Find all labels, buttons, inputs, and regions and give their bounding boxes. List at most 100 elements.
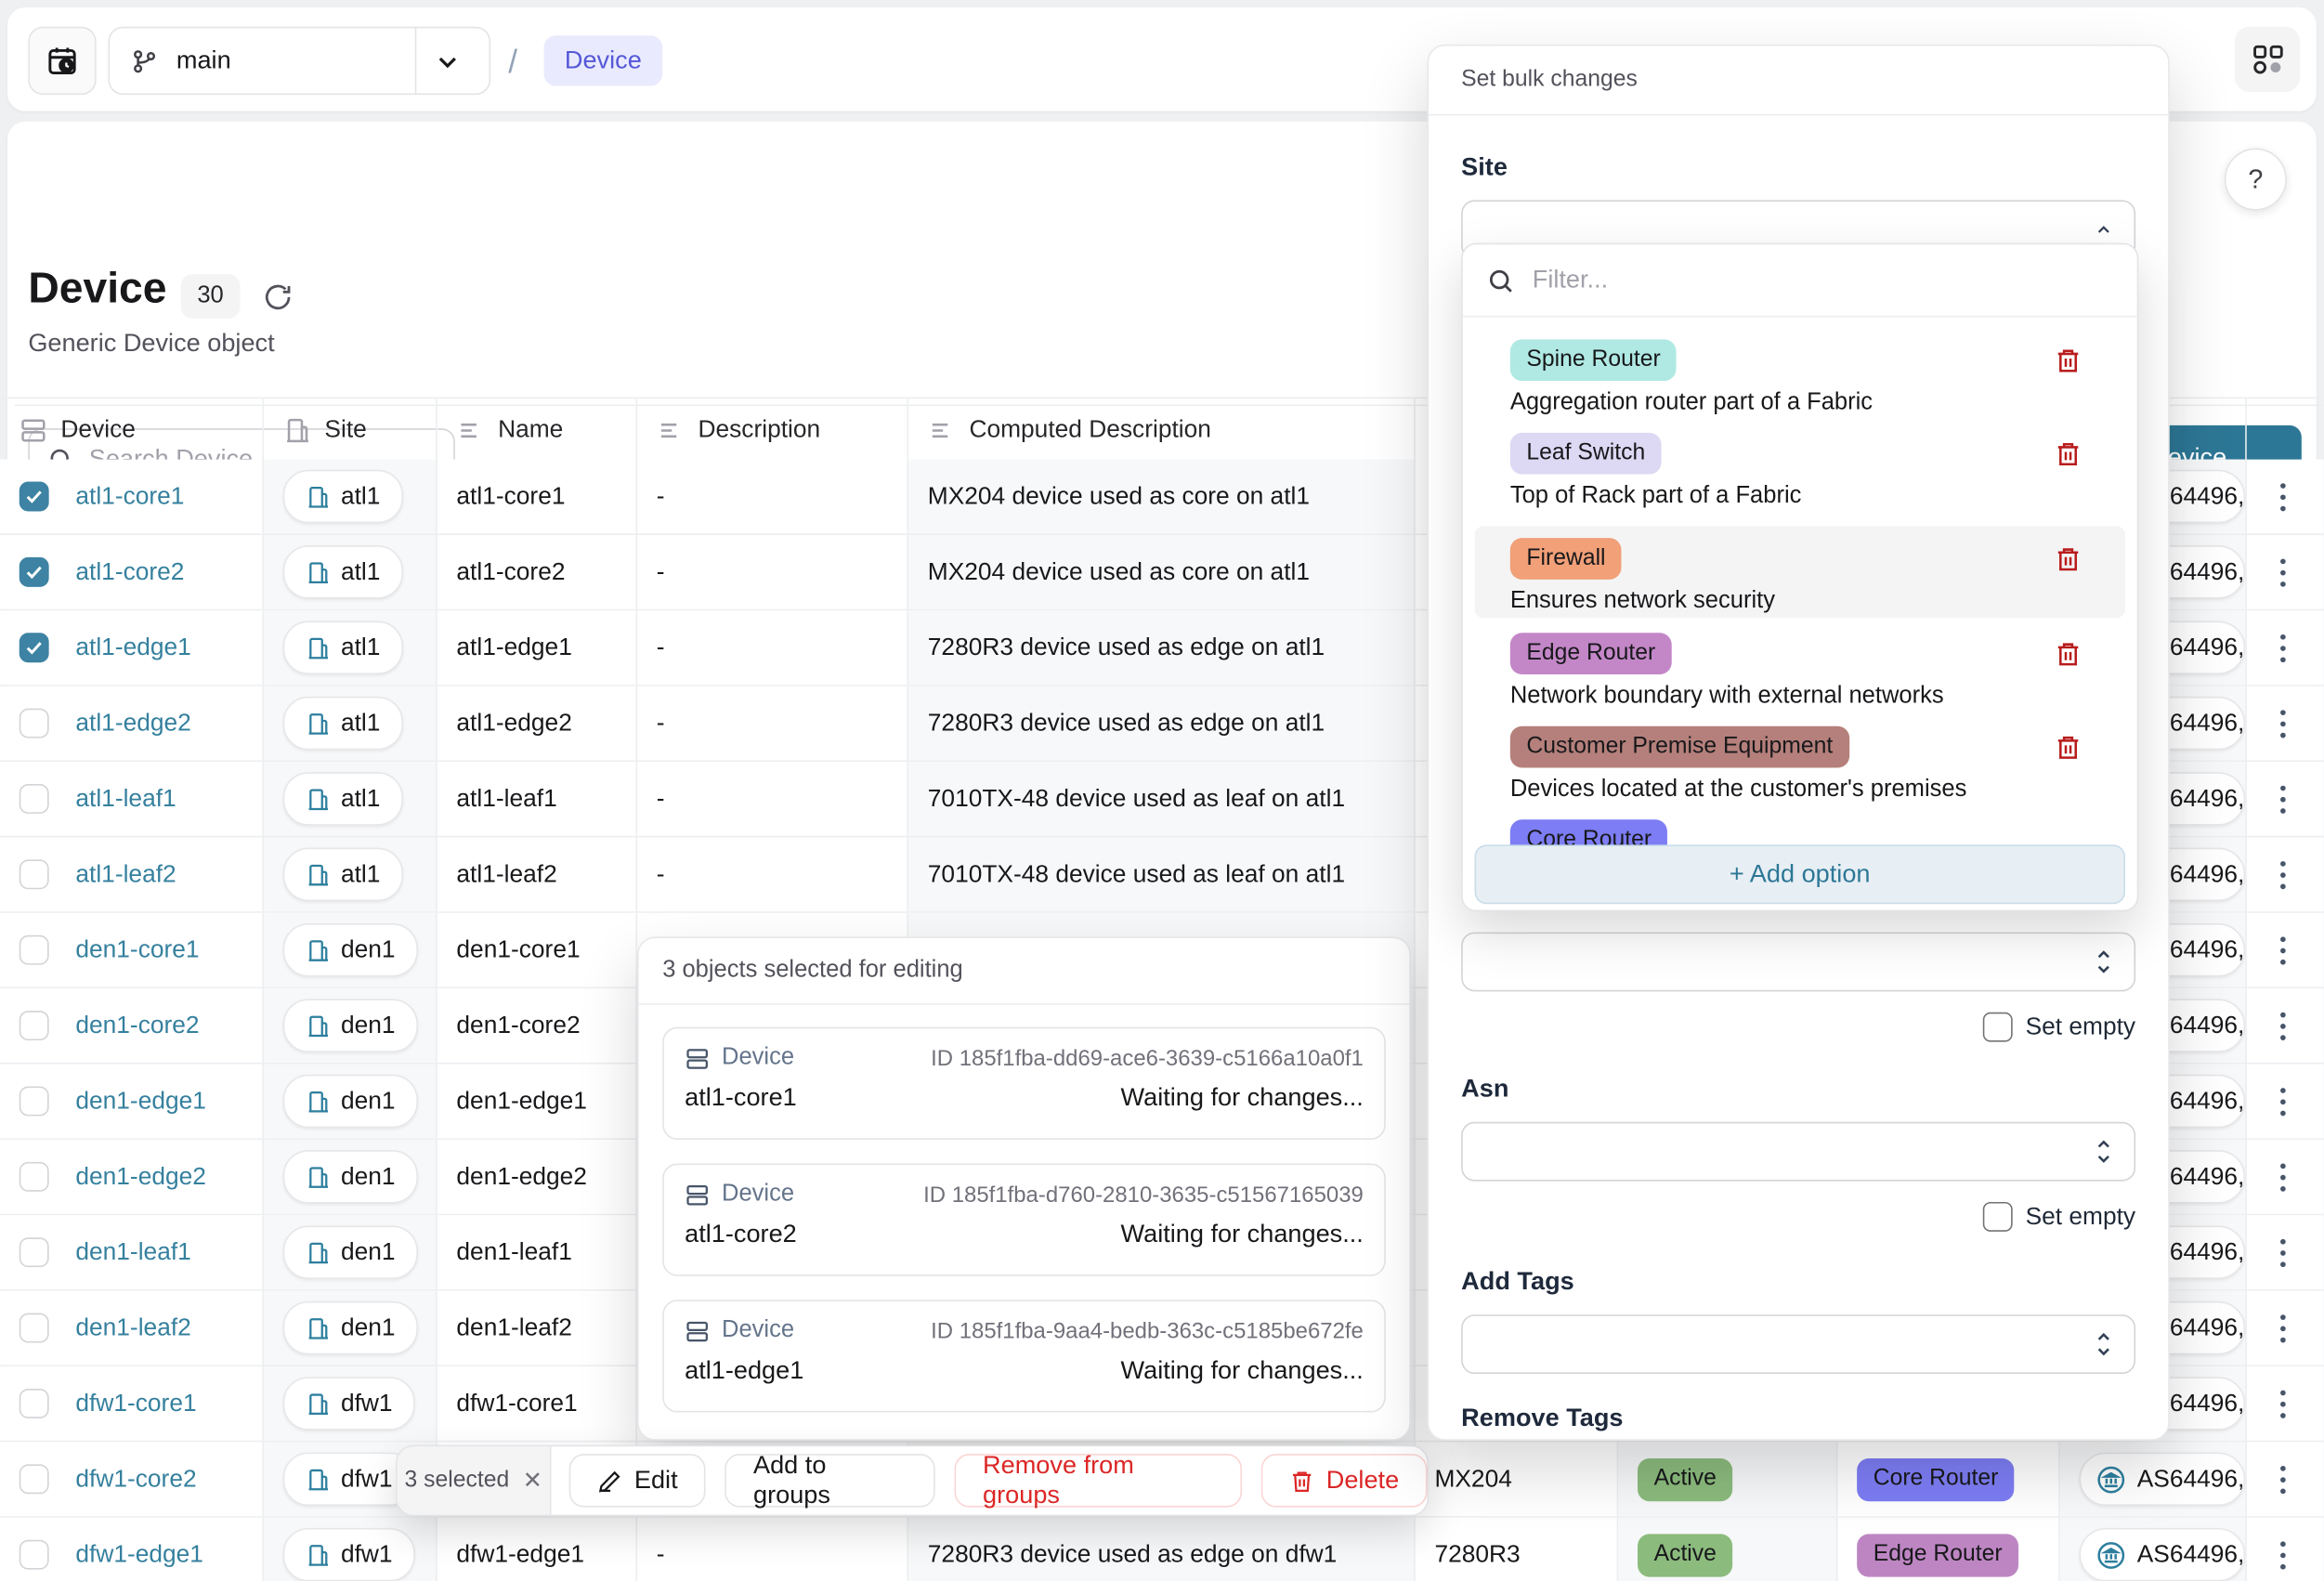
row-menu-icon[interactable] — [2279, 632, 2287, 663]
column-header[interactable]: Name — [437, 399, 637, 461]
dropdown-option-badge[interactable]: Customer Premise Equipment — [1510, 726, 1849, 768]
site-chip[interactable]: dfw1 — [283, 1528, 415, 1581]
set-empty-checkbox[interactable] — [1982, 1202, 2012, 1232]
site-chip[interactable]: atl1 — [283, 848, 403, 901]
row-checkbox[interactable] — [20, 633, 49, 662]
site-chip[interactable]: atl1 — [283, 545, 403, 598]
dropdown-filter[interactable]: Filter... — [1463, 244, 2137, 317]
add-to-groups-button[interactable]: Add to groups — [725, 1454, 935, 1507]
row-menu-icon[interactable] — [2279, 1086, 2287, 1117]
row-menu-icon[interactable] — [2279, 859, 2287, 891]
row-checkbox[interactable] — [20, 482, 49, 512]
dropdown-option-badge[interactable]: Edge Router — [1510, 633, 1672, 674]
device-link[interactable]: den1-edge1 — [75, 1087, 206, 1115]
device-link[interactable]: den1-edge2 — [75, 1163, 206, 1191]
device-link[interactable]: den1-core2 — [75, 1012, 199, 1039]
row-checkbox[interactable] — [20, 709, 49, 738]
row-menu-icon[interactable] — [2279, 1161, 2287, 1193]
row-checkbox[interactable] — [20, 859, 49, 889]
description-cell: - — [657, 558, 665, 586]
dropdown-option-badge[interactable]: Spine Router — [1510, 339, 1677, 381]
add-option-button[interactable]: + Add option — [1475, 844, 2125, 904]
site-chip[interactable]: den1 — [283, 999, 418, 1052]
row-menu-icon[interactable] — [2279, 1388, 2287, 1419]
row-checkbox[interactable] — [20, 935, 49, 965]
device-link[interactable]: den1-leaf1 — [75, 1238, 190, 1266]
computed-description-cell: MX204 device used as core on atl1 — [928, 482, 1310, 510]
row-menu-icon[interactable] — [2279, 1539, 2287, 1571]
site-chip[interactable]: den1 — [283, 1301, 418, 1354]
device-link[interactable]: atl1-core2 — [75, 558, 184, 586]
row-checkbox[interactable] — [20, 557, 49, 587]
trash-icon[interactable] — [2054, 346, 2082, 374]
device-link[interactable]: den1-leaf2 — [75, 1313, 190, 1341]
device-link[interactable]: dfw1-core2 — [75, 1465, 196, 1493]
trash-icon[interactable] — [2054, 440, 2082, 468]
row-checkbox[interactable] — [20, 1313, 49, 1343]
site-chip[interactable]: den1 — [283, 923, 418, 976]
row-menu-icon[interactable] — [2279, 708, 2287, 739]
row-menu-icon[interactable] — [2279, 1313, 2287, 1344]
row-checkbox[interactable] — [20, 1464, 49, 1494]
schema-visualizer-button[interactable] — [2235, 27, 2300, 92]
row-checkbox[interactable] — [20, 1389, 49, 1418]
site-chip[interactable]: den1 — [283, 1150, 418, 1203]
remove-from-groups-button[interactable]: Remove from groups — [955, 1454, 1242, 1507]
delete-button[interactable]: Delete — [1261, 1454, 1428, 1507]
trash-icon[interactable] — [2054, 734, 2082, 762]
device-link[interactable]: atl1-leaf1 — [75, 785, 176, 813]
site-chip[interactable]: atl1 — [283, 772, 403, 825]
column-header[interactable]: Device — [0, 399, 264, 461]
site-chip[interactable]: atl1 — [283, 470, 403, 523]
help-button[interactable]: ? — [2225, 149, 2287, 211]
row-menu-icon[interactable] — [2279, 1010, 2287, 1041]
asn-chip[interactable]: AS64496, — [2079, 1453, 2245, 1506]
breadcrumb[interactable]: Device — [544, 35, 663, 85]
asn-chip[interactable]: AS64496, — [2079, 1528, 2245, 1581]
edit-button[interactable]: Edit — [569, 1454, 706, 1507]
dropdown-option-badge[interactable]: Leaf Switch — [1510, 433, 1662, 475]
branch-selector[interactable]: main — [108, 27, 490, 95]
device-link[interactable]: dfw1-core1 — [75, 1390, 196, 1418]
device-link[interactable]: atl1-core1 — [75, 482, 184, 510]
device-link[interactable]: den1-core1 — [75, 936, 199, 964]
site-chip[interactable]: atl1 — [283, 697, 403, 750]
site-chip[interactable]: den1 — [283, 1075, 418, 1128]
row-checkbox[interactable] — [20, 1237, 49, 1267]
status-select[interactable] — [1461, 933, 2135, 992]
device-link[interactable]: atl1-edge2 — [75, 709, 190, 737]
row-menu-icon[interactable] — [2279, 556, 2287, 588]
column-header[interactable]: Description — [637, 399, 908, 461]
row-menu-icon[interactable] — [2279, 1464, 2287, 1496]
device-link[interactable]: atl1-leaf2 — [75, 860, 176, 888]
object-status: Waiting for changes... — [1121, 1220, 1364, 1249]
row-checkbox[interactable] — [20, 1087, 49, 1117]
column-header[interactable] — [2247, 399, 2324, 461]
add-tags-select[interactable] — [1461, 1314, 2135, 1374]
row-menu-icon[interactable] — [2279, 1236, 2287, 1268]
refresh-icon[interactable] — [262, 281, 294, 313]
row-menu-icon[interactable] — [2279, 481, 2287, 513]
row-menu-icon[interactable] — [2279, 934, 2287, 966]
device-link[interactable]: dfw1-edge1 — [75, 1541, 203, 1569]
column-header[interactable]: Computed Description — [908, 399, 1416, 461]
device-link[interactable]: atl1-edge1 — [75, 634, 190, 661]
row-checkbox[interactable] — [20, 1540, 49, 1570]
chevron-down-icon[interactable] — [433, 47, 463, 77]
row-checkbox[interactable] — [20, 1162, 49, 1192]
site-chip[interactable]: atl1 — [283, 621, 403, 674]
trash-icon[interactable] — [2054, 640, 2082, 668]
dropdown-option-badge[interactable]: Firewall — [1510, 538, 1622, 580]
site-chip[interactable]: den1 — [283, 1225, 418, 1278]
clear-selection-icon[interactable]: ✕ — [523, 1466, 542, 1496]
trash-icon[interactable] — [2054, 545, 2082, 573]
object-kind: Device — [722, 1182, 794, 1209]
row-checkbox[interactable] — [20, 784, 49, 814]
time-travel-button[interactable] — [28, 27, 96, 95]
row-checkbox[interactable] — [20, 1011, 49, 1040]
set-empty-checkbox[interactable] — [1982, 1013, 2012, 1042]
column-header[interactable]: Site — [264, 399, 437, 461]
row-menu-icon[interactable] — [2279, 783, 2287, 815]
site-chip[interactable]: dfw1 — [283, 1377, 415, 1430]
asn-select[interactable] — [1461, 1122, 2135, 1182]
